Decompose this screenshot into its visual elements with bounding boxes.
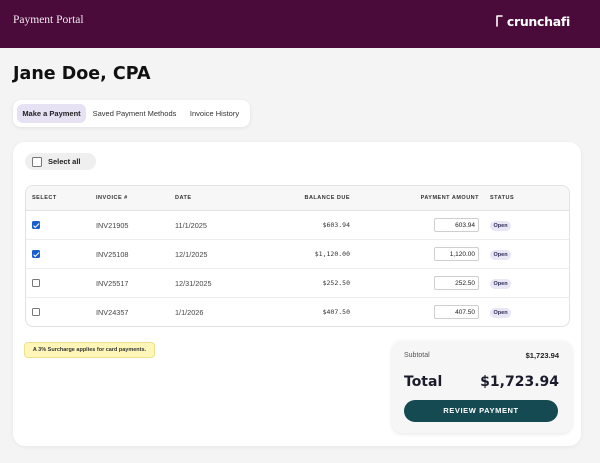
header-date: DATE [175, 195, 192, 201]
status-badge: Open [490, 279, 512, 289]
total-label: Total [404, 374, 443, 390]
invoice-number: INV25517 [96, 279, 129, 288]
select-all-checkbox[interactable] [32, 156, 42, 167]
table-header: SELECT INVOICE # DATE BALANCE DUE PAYMEN… [26, 186, 569, 211]
header-invoice: INVOICE # [96, 195, 128, 201]
invoice-date: 12/31/2025 [175, 279, 212, 288]
row-checkbox[interactable] [32, 308, 40, 316]
top-header: Payment Portal crunchafi [0, 0, 600, 48]
invoice-number: INV21905 [96, 221, 129, 230]
select-all-label: Select all [48, 157, 81, 166]
invoice-number: INV25108 [96, 250, 129, 259]
header-select: SELECT [32, 195, 57, 201]
row-checkbox[interactable] [32, 250, 40, 258]
row-checkbox[interactable] [32, 221, 40, 229]
logo-text: crunchafi [506, 13, 570, 29]
tab-invoice-history[interactable]: Invoice History [183, 104, 246, 123]
payment-amount-input[interactable] [434, 247, 479, 261]
client-name: Jane Doe, CPA [13, 64, 151, 84]
invoice-date: 1/1/2026 [175, 308, 204, 317]
tab-saved-payment-methods[interactable]: Saved Payment Methods [91, 104, 178, 123]
surcharge-notice: A 3% Surcharge applies for card payments… [24, 342, 155, 358]
invoice-table: SELECT INVOICE # DATE BALANCE DUE PAYMEN… [25, 185, 570, 327]
crunchafi-logo-icon [496, 15, 503, 27]
select-all-toggle[interactable]: Select all [25, 153, 96, 170]
subtotal-label: Subtotal [404, 352, 430, 359]
total-value: $1,723.94 [480, 374, 559, 390]
tab-make-a-payment[interactable]: Make a Payment [17, 104, 86, 123]
header-balance-due: BALANCE DUE [304, 195, 350, 201]
subtotal-value: $1,723.94 [525, 351, 559, 360]
review-payment-button[interactable]: REVIEW PAYMENT [404, 400, 558, 422]
payment-amount-input[interactable] [434, 276, 479, 290]
payment-tabs: Make a Payment Saved Payment Methods Inv… [13, 100, 250, 127]
header-status: STATUS [490, 195, 515, 201]
payment-summary: Subtotal $1,723.94 Total $1,723.94 REVIE… [392, 341, 572, 433]
table-row: INV21905 11/1/2025 $603.94 Open [26, 211, 569, 240]
company-logo[interactable]: crunchafi [495, 12, 570, 30]
row-checkbox[interactable] [32, 279, 40, 287]
status-badge: Open [490, 308, 512, 318]
portal-title: Payment Portal [13, 14, 84, 26]
payment-amount-input[interactable] [434, 218, 479, 232]
payment-card: Select all SELECT INVOICE # DATE BALANCE… [13, 142, 581, 446]
table-row: INV25517 12/31/2025 $252.50 Open [26, 269, 569, 298]
invoice-date: 11/1/2025 [175, 221, 207, 230]
balance-due: $407.50 [322, 308, 350, 316]
balance-due: $1,120.00 [314, 250, 350, 258]
status-badge: Open [490, 221, 512, 231]
invoice-date: 12/1/2025 [175, 250, 208, 259]
table-row: INV25108 12/1/2025 $1,120.00 Open [26, 240, 569, 269]
status-badge: Open [490, 250, 512, 260]
header-payment-amount: PAYMENT AMOUNT [420, 195, 479, 201]
invoice-number: INV24357 [96, 308, 129, 317]
table-row: INV24357 1/1/2026 $407.50 Open [26, 298, 569, 326]
balance-due: $603.94 [322, 221, 350, 229]
balance-due: $252.50 [322, 279, 350, 287]
payment-amount-input[interactable] [434, 305, 479, 319]
